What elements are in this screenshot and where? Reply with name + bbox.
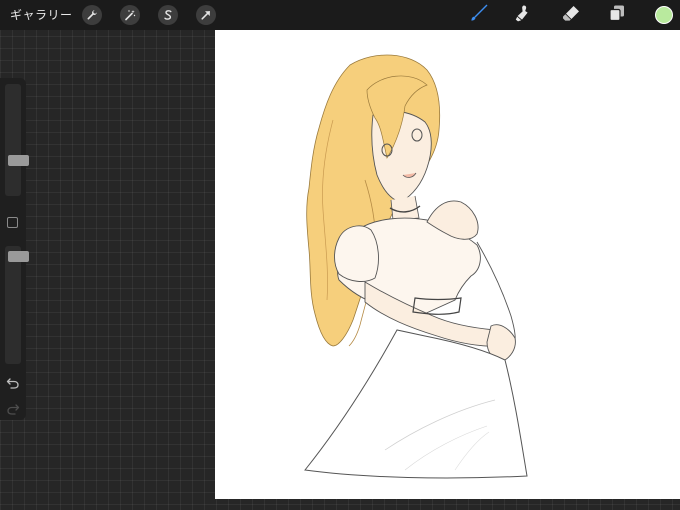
artwork-sketch <box>304 54 528 479</box>
smudge-icon <box>513 3 533 27</box>
brush-icon <box>469 3 489 27</box>
modify-button[interactable] <box>7 217 18 228</box>
undo-icon <box>6 374 20 393</box>
selection-s-icon <box>162 9 174 21</box>
smudge-tool-button[interactable] <box>512 4 534 26</box>
drawing-canvas[interactable] <box>215 30 680 499</box>
transform-button[interactable] <box>196 5 216 25</box>
gallery-button[interactable]: ギャラリー <box>10 6 73 23</box>
left-sidebar <box>0 78 29 420</box>
selection-button[interactable] <box>158 5 178 25</box>
wrench-icon <box>86 9 98 21</box>
layers-icon <box>607 3 627 27</box>
eraser-tool-button[interactable] <box>560 4 582 26</box>
top-toolbar: ギャラリー <box>0 0 680 30</box>
opacity-slider[interactable] <box>5 246 29 364</box>
color-picker-button[interactable] <box>655 6 673 24</box>
redo-button[interactable] <box>6 400 20 415</box>
layers-tool-button[interactable] <box>606 4 628 26</box>
brush-size-slider[interactable] <box>5 84 29 196</box>
brush-size-slider-knob[interactable] <box>8 155 29 166</box>
adjustments-button[interactable] <box>120 5 140 25</box>
opacity-slider-knob[interactable] <box>8 251 29 262</box>
actions-button[interactable] <box>82 5 102 25</box>
undo-button[interactable] <box>6 374 20 389</box>
transform-arrow-icon <box>200 9 212 21</box>
magic-wand-icon <box>124 9 136 21</box>
redo-icon <box>6 400 20 419</box>
brush-tool-button[interactable] <box>468 4 490 26</box>
eraser-icon <box>561 3 581 27</box>
